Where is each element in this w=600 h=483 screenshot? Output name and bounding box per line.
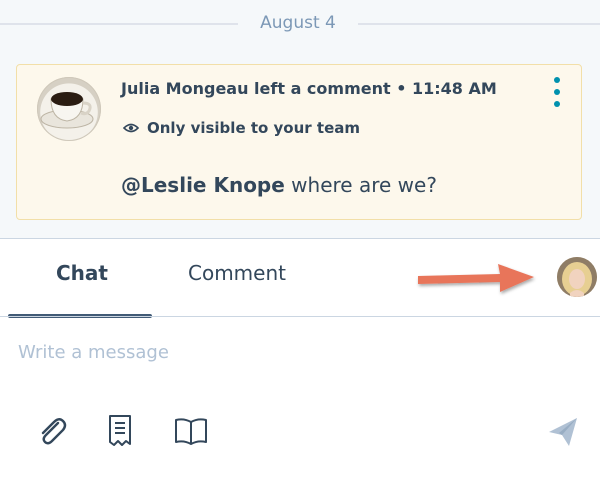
tabs-divider <box>0 316 600 317</box>
vertical-ellipsis-icon[interactable] <box>547 75 567 109</box>
mention[interactable]: @Leslie Knope <box>121 173 285 197</box>
date-label: August 4 <box>260 13 336 33</box>
message-input[interactable] <box>18 336 578 368</box>
comment-body: @Leslie Knope where are we? <box>121 173 437 197</box>
visibility-note: Only visible to your team <box>122 119 361 138</box>
eye-icon <box>122 120 141 138</box>
comment-card: Julia Mongeau left a comment • 11:48 AM … <box>16 64 582 220</box>
visibility-label: Only visible to your team <box>147 119 361 137</box>
paper-plane-icon[interactable] <box>547 416 579 448</box>
commenter-avatar <box>37 77 101 141</box>
book-icon[interactable] <box>174 414 207 448</box>
date-divider: August 4 <box>0 8 600 40</box>
tab-comment[interactable]: Comment <box>188 261 286 285</box>
comment-text: where are we? <box>284 173 437 197</box>
comment-header: Julia Mongeau left a comment • 11:48 AM <box>121 79 497 98</box>
activity-feed: August 4 Julia Mongeau left a comment • … <box>0 0 600 238</box>
divider-line <box>0 23 238 25</box>
user-avatar[interactable] <box>557 257 597 297</box>
document-icon[interactable] <box>106 414 138 448</box>
divider-line <box>358 23 600 25</box>
arrow-icon <box>418 264 534 292</box>
tab-chat[interactable]: Chat <box>56 261 108 285</box>
paperclip-icon[interactable] <box>36 414 68 448</box>
